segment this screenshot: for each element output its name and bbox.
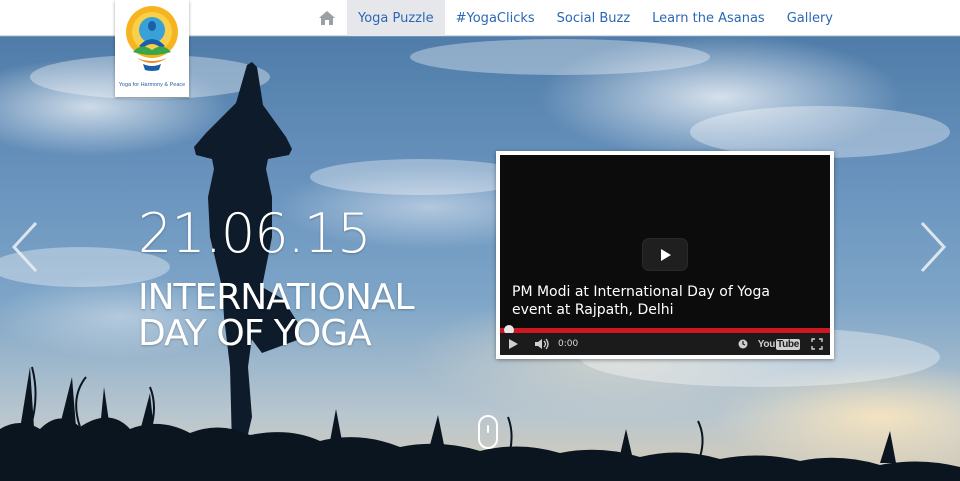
logo-caption: Yoga for Harmony & Peace [118,82,186,88]
yoga-day-emblem-icon [126,6,178,71]
hero-title: INTERNATIONAL DAY OF YOGA [138,277,415,354]
youtube-logo-button[interactable]: You Tube [758,333,800,355]
site-logo[interactable]: Yoga for Harmony & Peace [115,0,189,97]
fullscreen-button[interactable] [804,333,830,355]
info-button[interactable] [734,333,752,355]
nav-item-learn-the-asanas[interactable]: Learn the Asanas [641,0,776,36]
carousel-next-button[interactable] [916,219,950,275]
youtube-logo-text-b: Tube [776,338,800,350]
volume-button[interactable] [530,333,554,355]
video-controls-bar: 0:00 You Tube [500,333,830,355]
clock-icon [738,339,748,349]
play-icon [661,248,671,261]
nav-item-yoga-puzzle[interactable]: Yoga Puzzle [346,0,445,36]
chevron-right-icon [920,221,947,273]
carousel-prev-button[interactable] [8,219,42,275]
video-time: 0:00 [558,339,579,349]
nav-home-link[interactable] [307,0,347,36]
main-nav: Yoga Puzzle #YogaClicks Social Buzz Lear… [307,0,844,36]
video-embed-frame: PM Modi at International Day of Yoga eve… [496,151,834,359]
nav-item-yogaclicks[interactable]: #YogaClicks [445,0,546,36]
hero-date: 21.06.15 [138,202,371,265]
mouse-scroll-icon [487,425,489,433]
hero-banner: 21.06.15 INTERNATIONAL DAY OF YOGA PM Mo… [0,37,960,481]
scroll-down-indicator[interactable] [478,415,498,449]
youtube-video-player[interactable]: PM Modi at International Day of Yoga eve… [500,155,830,355]
volume-icon [535,338,549,350]
youtube-logo-text-a: You [757,338,776,350]
control-play-button[interactable] [500,333,526,355]
play-button[interactable] [642,238,688,271]
fullscreen-icon [811,338,823,350]
nav-item-social-buzz[interactable]: Social Buzz [546,0,641,36]
nav-item-gallery[interactable]: Gallery [776,0,844,36]
video-title: PM Modi at International Day of Yoga eve… [512,284,770,318]
home-icon [318,11,335,25]
play-small-icon [509,339,518,349]
chevron-left-icon [11,221,38,273]
